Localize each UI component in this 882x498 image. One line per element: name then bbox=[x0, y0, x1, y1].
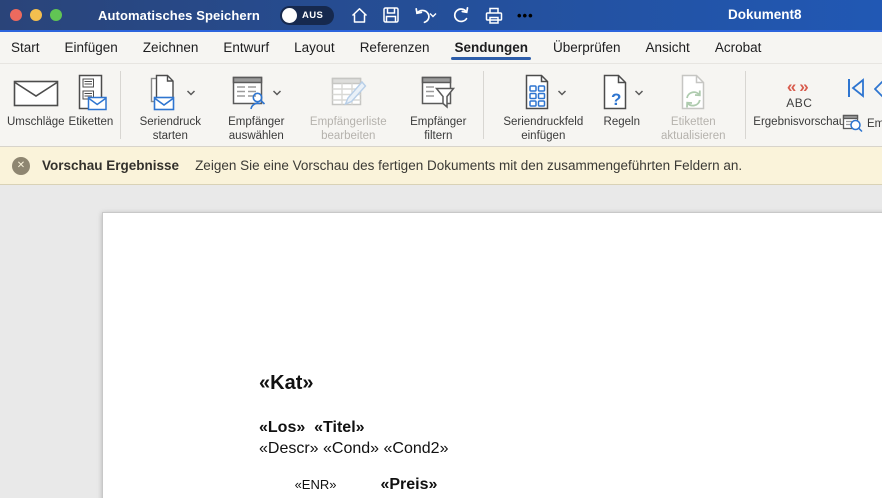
envelope-icon bbox=[13, 70, 59, 116]
close-icon[interactable]: ✕ bbox=[12, 157, 30, 175]
insert-merge-field-icon bbox=[520, 74, 554, 112]
insert-merge-field-button[interactable]: Seriendruckfeld einfügen bbox=[491, 70, 595, 143]
close-window-button[interactable] bbox=[10, 9, 22, 21]
ribbon-group-write-fields: Seriendruckfeld einfügen ? Regeln Etiket bbox=[484, 64, 745, 146]
save-button[interactable] bbox=[380, 4, 402, 26]
chevron-down-icon bbox=[272, 89, 282, 97]
tab-layout[interactable]: Layout bbox=[293, 34, 336, 63]
autosave-toggle[interactable]: AUS bbox=[280, 6, 334, 25]
ribbon: Umschläge Etiketten Se bbox=[0, 64, 882, 147]
preview-results-icon: «» ABC bbox=[786, 70, 812, 116]
merge-field-preis[interactable]: «Preis» bbox=[380, 476, 437, 493]
rules-icon: ? bbox=[599, 74, 631, 112]
save-icon bbox=[382, 6, 400, 24]
titlebar: Automatisches Speichern AUS bbox=[0, 0, 882, 30]
autosave-state-label: AUS bbox=[302, 10, 323, 21]
home-icon bbox=[350, 6, 369, 25]
home-button[interactable] bbox=[348, 4, 371, 27]
tab-start[interactable]: Start bbox=[10, 34, 41, 63]
ribbon-button-label: Empfänger filtern bbox=[400, 116, 476, 143]
tab-entwurf[interactable]: Entwurf bbox=[222, 34, 270, 63]
more-commands-button[interactable]: ••• bbox=[515, 6, 536, 25]
zoom-window-button[interactable] bbox=[50, 9, 62, 21]
start-mail-merge-button[interactable]: Seriendruck starten bbox=[128, 70, 212, 143]
envelopes-button[interactable]: Umschläge bbox=[7, 70, 65, 130]
ribbon-button-label: Regeln bbox=[604, 116, 640, 130]
ribbon-button-label: Seriendruck starten bbox=[128, 116, 212, 143]
find-recipient-button[interactable]: Em bbox=[842, 114, 882, 133]
minimize-window-button[interactable] bbox=[30, 9, 42, 21]
ribbon-button-label: Etiketten aktualisieren bbox=[648, 116, 738, 143]
window-title: Dokument8 bbox=[728, 7, 802, 22]
svg-text:?: ? bbox=[611, 90, 621, 109]
tab-sendungen-label: Sendungen bbox=[454, 40, 528, 55]
ribbon-button-label: Empfängerliste bearbeiten bbox=[300, 116, 396, 143]
undo-button[interactable] bbox=[411, 4, 440, 27]
active-tab-underline bbox=[451, 57, 531, 60]
find-recipient-icon bbox=[842, 114, 863, 133]
autosave-label: Automatisches Speichern bbox=[98, 8, 260, 23]
ribbon-tab-bar: Start Einfügen Zeichnen Entwurf Layout R… bbox=[0, 32, 882, 64]
abc-glyph: ABC bbox=[786, 97, 812, 109]
document-area: «Kat» «Los» «Titel» «Descr» «Cond» «Cond… bbox=[0, 185, 882, 498]
filter-recipients-button[interactable]: Empfänger filtern bbox=[400, 70, 476, 143]
merge-field-enr[interactable]: «ENR» bbox=[295, 477, 337, 492]
tab-zeichnen[interactable]: Zeichnen bbox=[142, 34, 200, 63]
chevron-down-icon bbox=[186, 89, 196, 97]
ribbon-button-label: Umschläge bbox=[7, 116, 65, 130]
filter-recipients-icon bbox=[418, 70, 458, 116]
tab-ueberpruefen[interactable]: Überprüfen bbox=[552, 34, 622, 63]
ribbon-group-create: Umschläge Etiketten bbox=[0, 64, 120, 146]
ribbon-group-start-merge: Seriendruck starten Empfänger auswählen bbox=[121, 64, 483, 146]
message-bar-title: Vorschau Ergebnisse bbox=[42, 158, 179, 173]
ribbon-button-label: Etiketten bbox=[69, 116, 114, 130]
chevron-down-icon bbox=[634, 89, 644, 97]
labels-button[interactable]: Etiketten bbox=[69, 70, 114, 130]
merge-field-descr-cond[interactable]: «Descr» «Cond» «Cond2» bbox=[259, 440, 448, 458]
quick-access-toolbar: ••• bbox=[348, 3, 536, 27]
tab-ansicht[interactable]: Ansicht bbox=[645, 34, 691, 63]
update-labels-icon bbox=[676, 70, 710, 116]
labels-icon bbox=[74, 70, 108, 116]
ribbon-button-label: Empfänger auswählen bbox=[216, 116, 296, 143]
select-recipients-button[interactable]: Empfänger auswählen bbox=[216, 70, 296, 143]
redo-button[interactable] bbox=[449, 3, 473, 27]
message-bar-text: Zeigen Sie eine Vorschau des fertigen Do… bbox=[195, 158, 742, 173]
first-record-button[interactable] bbox=[844, 76, 868, 100]
previous-record-icon[interactable] bbox=[874, 78, 882, 100]
merge-field-kat[interactable]: «Kat» bbox=[259, 372, 313, 395]
first-record-icon bbox=[844, 76, 868, 100]
chevron-down-icon bbox=[557, 89, 567, 97]
print-icon bbox=[484, 6, 504, 25]
more-icon: ••• bbox=[517, 8, 534, 23]
edit-recipient-list-button: Empfängerliste bearbeiten bbox=[300, 70, 396, 143]
word-window: Automatisches Speichern AUS bbox=[0, 0, 882, 498]
message-bar: ✕ Vorschau Ergebnisse Zeigen Sie eine Vo… bbox=[0, 147, 882, 185]
tab-referenzen[interactable]: Referenzen bbox=[359, 34, 431, 63]
update-labels-button: Etiketten aktualisieren bbox=[648, 70, 738, 143]
tab-einfuegen[interactable]: Einfügen bbox=[64, 34, 119, 63]
ribbon-button-label: Seriendruckfeld einfügen bbox=[491, 116, 595, 143]
find-recipient-label-clipped: Em bbox=[867, 118, 882, 130]
guillemets-glyph: «» bbox=[787, 78, 812, 95]
merge-field-enr-preis-line: «ENR» «Preis» bbox=[259, 458, 437, 498]
rules-button[interactable]: ? Regeln bbox=[599, 70, 644, 130]
start-mail-merge-icon bbox=[145, 74, 183, 112]
tab-sendungen[interactable]: Sendungen bbox=[453, 34, 529, 63]
tab-acrobat[interactable]: Acrobat bbox=[714, 34, 763, 63]
document-page[interactable]: «Kat» «Los» «Titel» «Descr» «Cond» «Cond… bbox=[102, 212, 882, 498]
redo-icon bbox=[451, 5, 471, 25]
chevron-down-icon bbox=[428, 11, 438, 19]
toggle-knob-icon bbox=[282, 8, 297, 23]
print-button[interactable] bbox=[482, 4, 506, 27]
merge-field-los-titel[interactable]: «Los» «Titel» bbox=[259, 419, 365, 437]
select-recipients-icon bbox=[231, 74, 269, 112]
traffic-lights bbox=[0, 9, 62, 21]
ribbon-group-records-clipped: Em bbox=[832, 64, 882, 147]
edit-recipient-list-icon bbox=[326, 70, 370, 116]
